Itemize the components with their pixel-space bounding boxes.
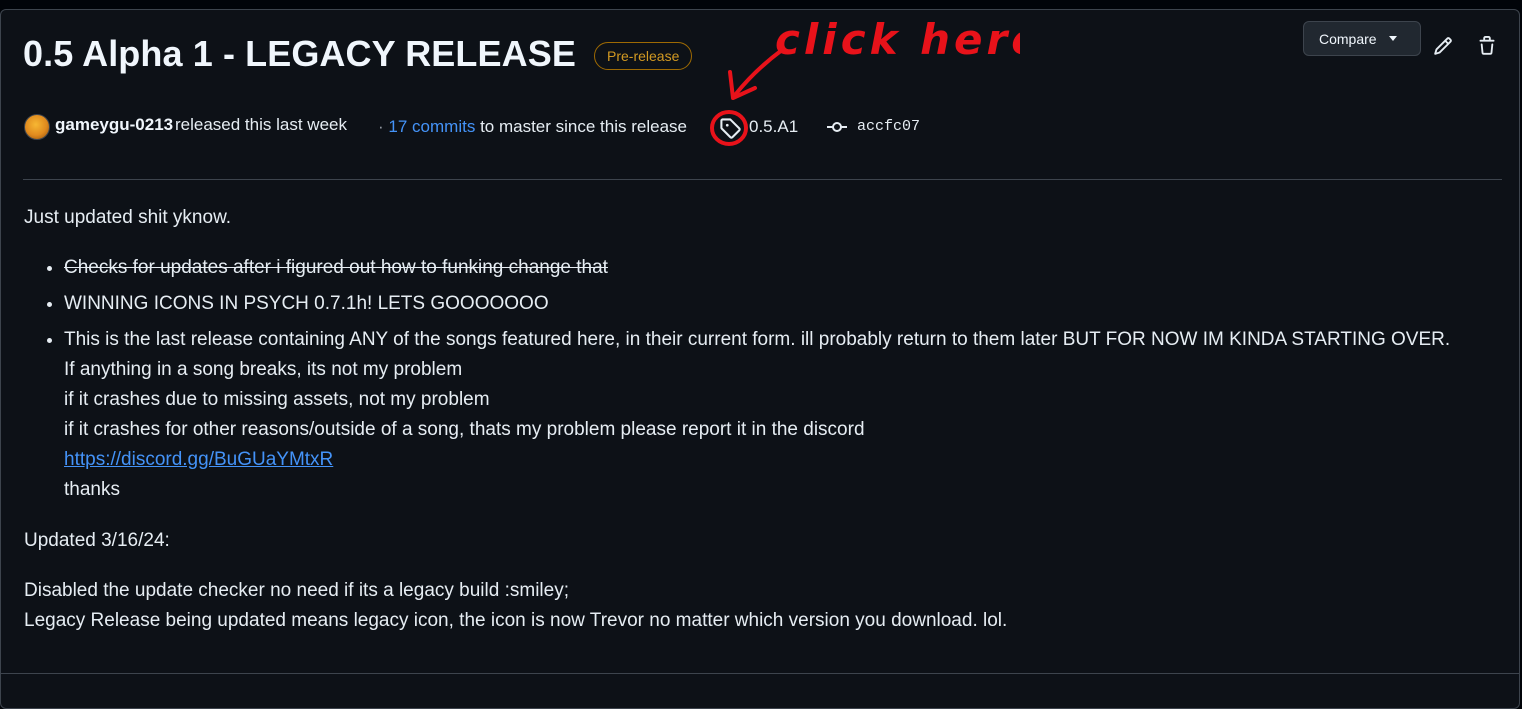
list-item-text: This is the last release containing ANY … <box>64 329 1451 350</box>
commit-hash-link[interactable]: accfc07 <box>857 118 920 135</box>
git-commit-icon <box>827 122 847 132</box>
list-item-line: if it crashes due to missing assets, not… <box>64 389 490 410</box>
list-item-text: Checks for updates after i figured out h… <box>64 257 608 278</box>
pencil-icon <box>1434 37 1452 55</box>
final-notes: Disabled the update checker no need if i… <box>24 576 1007 636</box>
list-item-line: If anything in a song breaks, its not my… <box>64 359 463 380</box>
commits-suffix: to master since this release <box>480 117 687 136</box>
list-item: Checks for updates after i figured out h… <box>64 253 1504 283</box>
tag-icon[interactable] <box>719 117 741 139</box>
list-item: This is the last release containing ANY … <box>64 325 1504 505</box>
list-item: WINNING ICONS IN PSYCH 0.7.1h! LETS GOOO… <box>64 289 1504 319</box>
commits-link[interactable]: 17 commits <box>388 117 475 136</box>
compare-button-label: Compare <box>1319 30 1377 47</box>
release-notes-list: Checks for updates after i figured out h… <box>24 253 1504 511</box>
trash-icon <box>1479 36 1495 55</box>
delete-release-button[interactable] <box>1474 33 1500 59</box>
compare-button[interactable]: Compare <box>1303 21 1421 56</box>
pre-release-badge: Pre-release <box>594 42 693 70</box>
separator: · <box>378 117 384 136</box>
release-title: 0.5 Alpha 1 - LEGACY RELEASE <box>23 33 576 74</box>
author-link[interactable]: gameygu-0213 <box>55 115 173 135</box>
chevron-down-icon <box>1388 36 1397 41</box>
updated-heading: Updated 3/16/24: <box>24 530 170 551</box>
author-avatar[interactable] <box>24 114 50 140</box>
list-item-line: if it crashes for other reasons/outside … <box>64 419 865 440</box>
divider <box>23 179 1502 180</box>
edit-release-button[interactable] <box>1430 33 1456 59</box>
released-text: released this last week <box>175 115 347 134</box>
discord-link[interactable]: https://discord.gg/BuGUaYMtxR <box>64 449 333 470</box>
tag-link[interactable]: 0.5.A1 <box>749 117 798 137</box>
final-line: Legacy Release being updated means legac… <box>24 610 1008 631</box>
list-item-text: WINNING ICONS IN PSYCH 0.7.1h! LETS GOOO… <box>64 293 549 314</box>
notes-intro: Just updated shit yknow. <box>24 207 232 228</box>
commits-info: · 17 commits to master since this releas… <box>378 117 687 137</box>
list-item-line: thanks <box>64 479 120 500</box>
card-bottom-border <box>0 673 1520 674</box>
final-line: Disabled the update checker no need if i… <box>24 580 569 601</box>
